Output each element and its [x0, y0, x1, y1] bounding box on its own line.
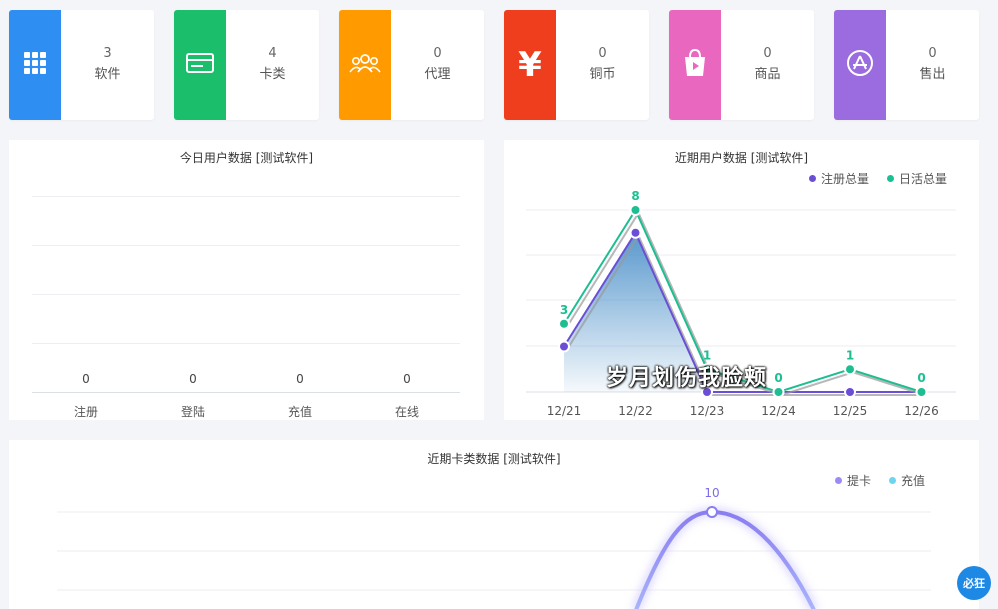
series-active-point[interactable] — [629, 204, 642, 216]
gridline — [32, 245, 460, 246]
stat-text: 0 售出 — [886, 10, 979, 120]
stat-card-2[interactable]: 0 代理 — [339, 10, 484, 120]
series-active-point[interactable] — [915, 386, 928, 398]
series-active-point[interactable] — [844, 363, 856, 376]
gridline — [32, 196, 460, 197]
series-register-point[interactable] — [629, 226, 642, 239]
point-value-label: 8 — [631, 189, 639, 203]
recent-card-panel: 近期卡类数据 [测试软件] 提卡 充值 10 — [9, 440, 979, 609]
point-value-label: 1 — [846, 348, 854, 362]
x-tick-label: 12/23 — [690, 404, 725, 418]
stat-icon-box — [669, 10, 721, 120]
point-value-label: 0 — [774, 371, 782, 385]
bar-value-label: 0 — [403, 372, 411, 386]
stat-card-1[interactable]: 4 卡类 — [174, 10, 319, 120]
point-value-label: 10 — [704, 486, 719, 500]
card-series-glow — [631, 506, 819, 609]
series-active-point[interactable] — [558, 317, 570, 330]
stat-icon-box — [834, 10, 886, 120]
card-series-point[interactable] — [706, 506, 718, 518]
stat-label: 售出 — [919, 67, 946, 82]
x-tick-label: 12/24 — [761, 404, 796, 418]
bar-value-label: 0 — [82, 372, 90, 386]
x-tick-label: 充值 — [287, 405, 312, 419]
stat-label: 铜币 — [589, 67, 616, 82]
bar-value-label: 0 — [189, 372, 197, 386]
grid-icon — [22, 50, 48, 80]
bar-value-label: 0 — [296, 372, 304, 386]
stat-text: 3 软件 — [61, 10, 154, 120]
stat-label: 软件 — [94, 67, 121, 82]
x-tick-label: 12/26 — [904, 404, 939, 418]
point-value-label: 3 — [560, 303, 568, 317]
x-tick-label: 12/22 — [618, 404, 653, 418]
x-tick-label: 注册 — [73, 405, 98, 419]
stat-label: 卡类 — [259, 67, 286, 82]
series-active-point[interactable] — [772, 386, 785, 398]
today-user-panel: 今日用户数据 [测试软件] 0 注册 0 登陆 0 充值 0 在线 — [9, 140, 484, 420]
series-register-point[interactable] — [558, 340, 570, 353]
point-value-label: 0 — [917, 371, 925, 385]
app-store-icon — [845, 48, 875, 82]
x-tick-label: 登陆 — [180, 405, 205, 419]
x-axis-line — [32, 392, 460, 393]
people-icon — [348, 51, 382, 79]
yen-icon: ¥ — [515, 45, 545, 85]
stat-card-4[interactable]: 0 商品 — [669, 10, 814, 120]
x-tick-label: 12/25 — [833, 404, 868, 418]
x-tick-label: 在线 — [394, 405, 419, 419]
stat-value: 3 — [103, 46, 112, 61]
card-icon — [185, 51, 215, 79]
stat-card-5[interactable]: 0 售出 — [834, 10, 979, 120]
stat-text: 0 铜币 — [556, 10, 649, 120]
corner-badge[interactable]: 必狂 — [957, 566, 991, 600]
today-user-title: 今日用户数据 [测试软件] — [179, 151, 314, 165]
stat-card-3[interactable]: ¥ 0 铜币 — [504, 10, 649, 120]
stat-value: 0 — [763, 46, 772, 61]
gridline — [32, 343, 460, 344]
stat-icon-box — [9, 10, 61, 120]
gridline — [32, 294, 460, 295]
shopping-bag-icon — [681, 48, 709, 82]
stat-text: 0 商品 — [721, 10, 814, 120]
stat-label: 商品 — [754, 67, 781, 82]
recent-card-chart: 10 — [57, 486, 931, 609]
stat-value: 0 — [598, 46, 607, 61]
stat-card-0[interactable]: 3 软件 — [9, 10, 154, 120]
stat-icon-box: ¥ — [504, 10, 556, 120]
series-register-point[interactable] — [844, 386, 856, 398]
stat-label: 代理 — [424, 67, 451, 82]
stat-value: 4 — [268, 46, 277, 61]
stat-value: 0 — [433, 46, 442, 61]
stat-value: 0 — [928, 46, 937, 61]
stat-text: 4 卡类 — [226, 10, 319, 120]
stat-text: 0 代理 — [391, 10, 484, 120]
watermark-text: 岁月划伤我脸颊 — [606, 366, 768, 391]
svg-text:¥: ¥ — [518, 46, 542, 80]
stat-icon-box — [174, 10, 226, 120]
x-tick-label: 12/21 — [547, 404, 582, 418]
stat-icon-box — [339, 10, 391, 120]
